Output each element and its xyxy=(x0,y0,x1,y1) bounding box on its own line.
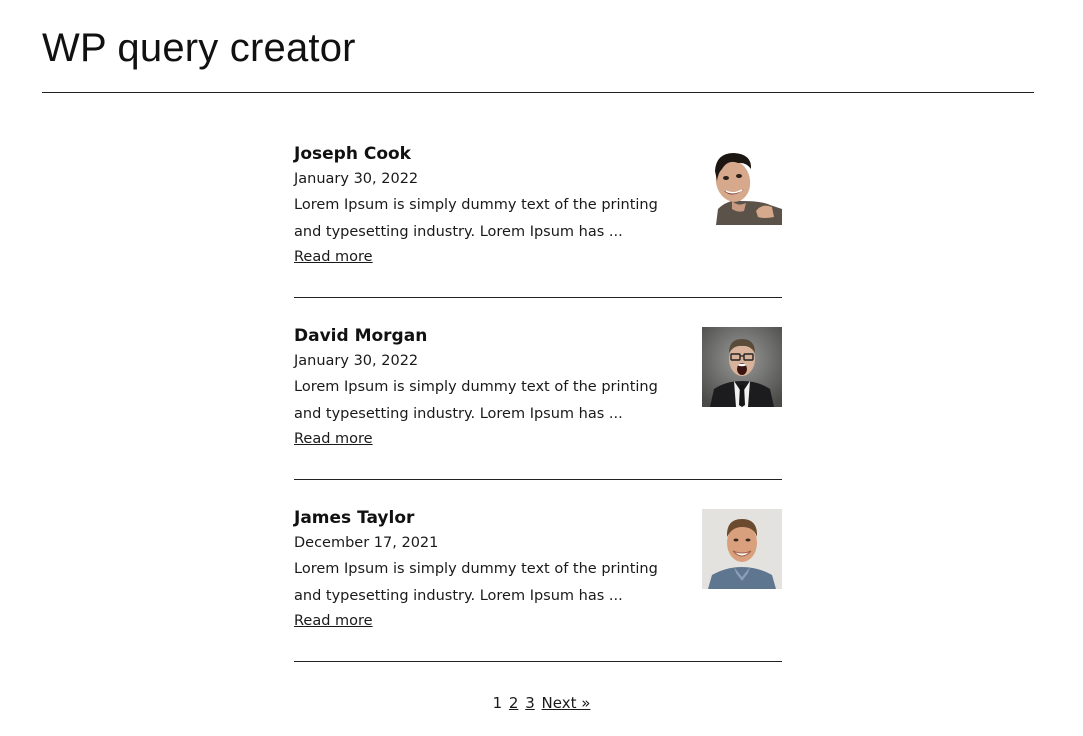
post-title[interactable]: Joseph Cook xyxy=(294,140,674,166)
post-title[interactable]: James Taylor xyxy=(294,504,674,530)
post-excerpt-line: and typesetting industry. Lorem Ipsum ha… xyxy=(294,224,623,240)
post-excerpt-line: Lorem Ipsum is simply dummy text of the … xyxy=(294,197,658,213)
post-date: January 30, 2022 xyxy=(294,171,419,187)
post-excerpt-line: and typesetting industry. Lorem Ipsum ha… xyxy=(294,406,623,422)
post-list: Joseph Cook January 30, 2022 Lorem Ipsum… xyxy=(294,140,782,662)
post-title[interactable]: David Morgan xyxy=(294,322,674,348)
post-item: David Morgan January 30, 2022 Lorem Ipsu… xyxy=(294,322,782,480)
pagination-current-page: 1 xyxy=(492,694,503,712)
read-more-link[interactable]: Read more xyxy=(294,246,373,268)
read-more-link[interactable]: Read more xyxy=(294,428,373,450)
post-excerpt: Lorem Ipsum is simply dummy text of the … xyxy=(294,374,674,428)
post-date: December 17, 2021 xyxy=(294,535,439,551)
post-body: Joseph Cook January 30, 2022 Lorem Ipsum… xyxy=(294,140,674,268)
post-excerpt: Lorem Ipsum is simply dummy text of the … xyxy=(294,192,674,246)
post-excerpt: Lorem Ipsum is simply dummy text of the … xyxy=(294,556,674,610)
man-laughing-photo-icon xyxy=(702,145,782,225)
author-avatar[interactable] xyxy=(702,509,782,589)
man-smiling-photo-icon xyxy=(702,509,782,589)
man-in-suit-screaming-photo-icon xyxy=(702,327,782,407)
page-title: WP query creator xyxy=(42,26,356,70)
post-body: James Taylor December 17, 2021 Lorem Ips… xyxy=(294,504,674,632)
pagination-page-link[interactable]: 2 xyxy=(509,694,519,712)
post-item: James Taylor December 17, 2021 Lorem Ips… xyxy=(294,504,782,662)
post-body: David Morgan January 30, 2022 Lorem Ipsu… xyxy=(294,322,674,450)
post-item: Joseph Cook January 30, 2022 Lorem Ipsum… xyxy=(294,140,782,298)
post-excerpt-line: Lorem Ipsum is simply dummy text of the … xyxy=(294,379,658,395)
page: WP query creator Joseph Cook January 30,… xyxy=(0,0,1083,736)
post-date: January 30, 2022 xyxy=(294,353,419,369)
post-excerpt-line: and typesetting industry. Lorem Ipsum ha… xyxy=(294,588,623,604)
pagination-page-link[interactable]: 3 xyxy=(525,694,535,712)
post-excerpt-line: Lorem Ipsum is simply dummy text of the … xyxy=(294,561,658,577)
read-more-link[interactable]: Read more xyxy=(294,610,373,632)
pagination-next-link[interactable]: Next » xyxy=(542,694,591,712)
author-avatar[interactable] xyxy=(702,327,782,407)
pagination: 1 2 3 Next » xyxy=(0,692,1083,714)
author-avatar[interactable] xyxy=(702,145,782,225)
title-divider xyxy=(42,92,1034,93)
